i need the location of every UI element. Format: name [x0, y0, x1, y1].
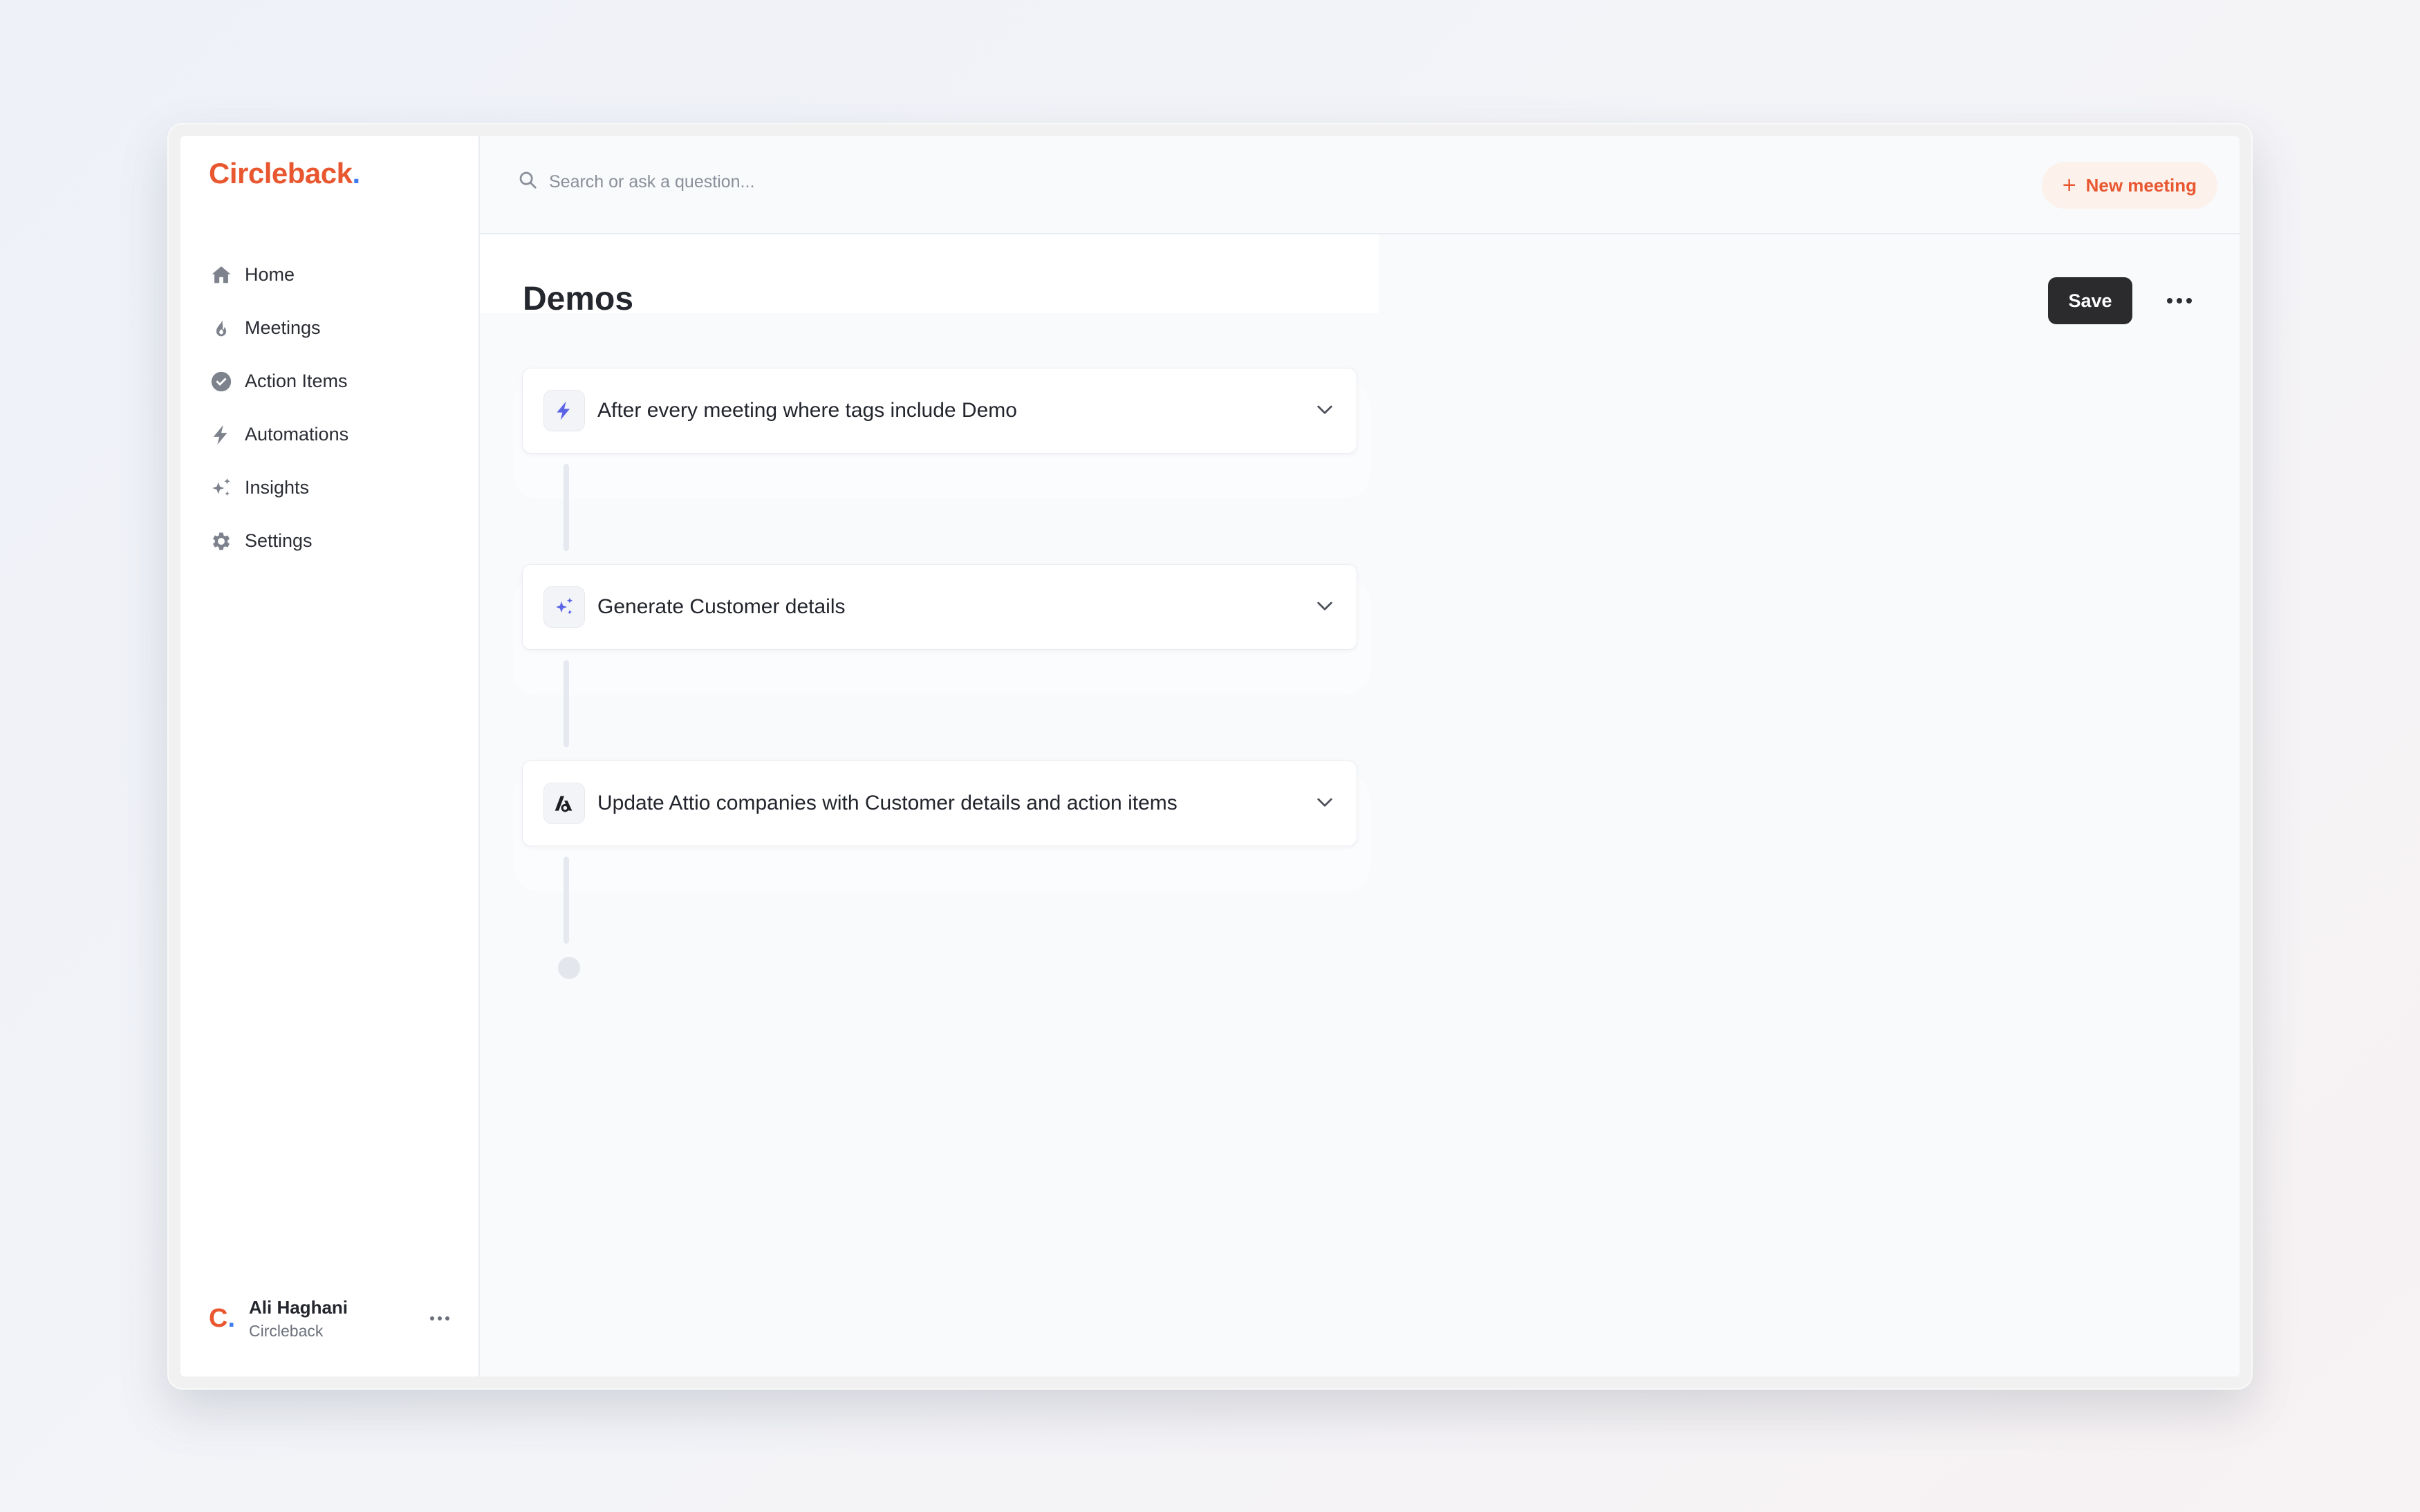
new-meeting-button[interactable]: + New meeting: [2041, 162, 2217, 209]
topbar: Search or ask a question... + New meetin…: [480, 136, 2240, 234]
main-content: Search or ask a question... + New meetin…: [480, 136, 2240, 1376]
sidebar-item-meetings[interactable]: Meetings: [209, 301, 458, 355]
flame-icon: [209, 316, 234, 341]
user-name: Ali Haghani: [249, 1297, 348, 1318]
step-connector: [564, 464, 569, 551]
page-title[interactable]: Demos: [523, 280, 633, 318]
sidebar-item-settings[interactable]: Settings: [209, 514, 458, 568]
attio-icon: [543, 783, 585, 824]
app-window: Circleback. Home Meetings Action Items A…: [180, 136, 2240, 1376]
brand-logo-dot: .: [352, 157, 360, 189]
workflow-step-trigger: After every meeting where tags include D…: [513, 368, 1373, 565]
new-meeting-label: New meeting: [2085, 174, 2197, 196]
sidebar-item-automations[interactable]: Automations: [209, 408, 458, 461]
save-button[interactable]: Save: [2048, 277, 2132, 324]
sparkles-icon: [209, 476, 234, 501]
workflow-step-generate: Generate Customer details: [513, 565, 1373, 761]
step-label: After every meeting where tags include D…: [597, 399, 1017, 422]
sidebar-item-label: Automations: [245, 424, 349, 445]
sidebar: Circleback. Home Meetings Action Items A…: [180, 136, 480, 1376]
org-logo-letter: C: [209, 1303, 228, 1333]
workflow-step-attio: Update Attio companies with Customer det…: [513, 761, 1373, 958]
user-profile[interactable]: C. Ali Haghani Circleback: [209, 1295, 454, 1342]
sidebar-item-label: Insights: [245, 477, 310, 498]
org-logo-dot: .: [227, 1303, 236, 1333]
chevron-down-icon[interactable]: [1314, 398, 1336, 424]
home-icon: [209, 263, 234, 288]
workflow-step-card[interactable]: Generate Customer details: [523, 565, 1357, 649]
workflow-step-card[interactable]: After every meeting where tags include D…: [523, 368, 1357, 453]
sidebar-item-insights[interactable]: Insights: [209, 461, 458, 514]
user-more-icon[interactable]: [426, 1305, 454, 1332]
workflow-step-card[interactable]: Update Attio companies with Customer det…: [523, 761, 1357, 846]
automation-workflow: After every meeting where tags include D…: [513, 368, 1373, 958]
search-icon: [517, 169, 549, 195]
sidebar-nav: Home Meetings Action Items Automations I…: [209, 248, 458, 568]
user-info: Ali Haghani Circleback: [249, 1295, 426, 1342]
gear-icon: [209, 529, 234, 554]
search-placeholder: Search or ask a question...: [549, 172, 755, 192]
sidebar-item-label: Home: [245, 264, 295, 285]
sidebar-item-label: Action Items: [245, 371, 348, 391]
more-options-icon[interactable]: [2161, 283, 2198, 319]
sidebar-item-label: Meetings: [245, 317, 321, 338]
step-label: Update Attio companies with Customer det…: [597, 792, 1178, 814]
step-connector: [564, 660, 569, 747]
step-label: Generate Customer details: [597, 595, 846, 618]
user-org: Circleback: [249, 1322, 324, 1340]
sidebar-item-label: Settings: [245, 530, 313, 551]
chevron-down-icon[interactable]: [1314, 791, 1336, 816]
org-logo: C.: [209, 1304, 249, 1334]
sidebar-item-action-items[interactable]: Action Items: [209, 355, 458, 408]
brand-name: Circleback: [209, 157, 353, 189]
sidebar-item-home[interactable]: Home: [209, 248, 458, 301]
check-circle-icon: [209, 369, 234, 394]
sparkles-icon: [543, 586, 585, 628]
workflow-end-node[interactable]: [558, 957, 580, 979]
search-input[interactable]: Search or ask a question...: [517, 169, 754, 195]
step-connector: [564, 857, 569, 944]
plus-icon: +: [2062, 171, 2076, 198]
chevron-down-icon[interactable]: [1314, 595, 1336, 620]
bolt-icon: [209, 422, 234, 447]
bolt-icon: [543, 390, 585, 431]
brand-logo[interactable]: Circleback.: [209, 157, 360, 190]
